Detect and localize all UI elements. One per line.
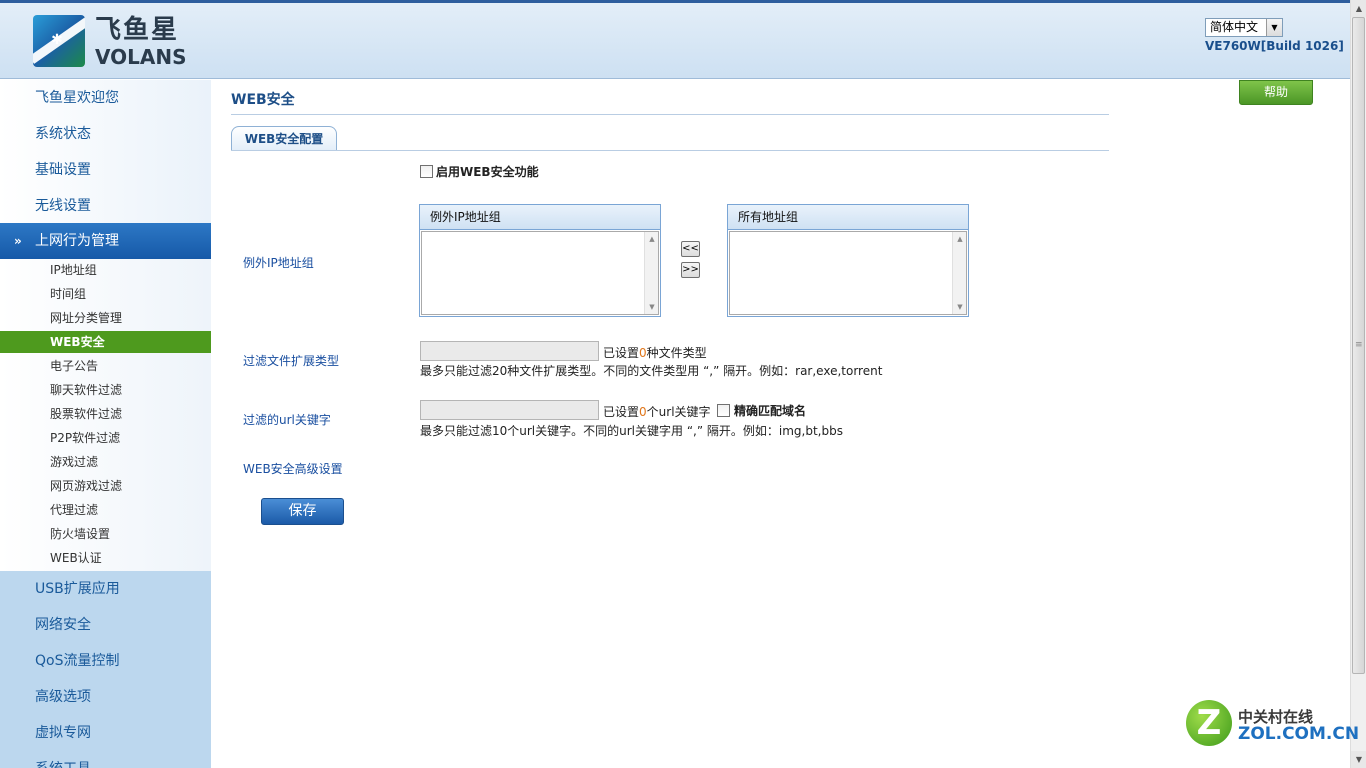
language-select[interactable]: 简体中文 ▼ <box>1205 18 1283 37</box>
url-keyword-label: 过滤的url关键字 <box>243 413 331 427</box>
advanced-settings-link[interactable]: WEB安全高级设置 <box>243 460 343 477</box>
logo-mark-icon: ✱ <box>33 15 85 67</box>
exception-ip-label: 例外IP地址组 <box>243 256 314 270</box>
sidebar-item-label: 上网行为管理 <box>35 233 119 249</box>
exception-ip-list[interactable]: ▲ ▼ <box>421 231 659 315</box>
scroll-down-icon[interactable]: ▼ <box>1351 751 1366 768</box>
submenu-item-ip-group[interactable]: IP地址组 <box>0 259 211 281</box>
enable-web-security-label: 启用WEB安全功能 <box>436 165 539 179</box>
logo-text-en: VOLANS <box>95 45 187 69</box>
scroll-up-icon: ▲ <box>649 235 655 243</box>
language-select-value: 简体中文 <box>1210 20 1259 34</box>
exact-match-checkbox[interactable] <box>717 404 730 417</box>
submenu-item-firewall[interactable]: 防火墙设置 <box>0 523 211 545</box>
chevron-down-icon: ▼ <box>1266 19 1282 36</box>
sidebar-item-system-tools[interactable]: 系统工具 <box>0 751 211 768</box>
all-address-listbox-header: 所有地址组 <box>728 205 968 230</box>
url-keyword-hint: 最多只能过滤10个url关键字。不同的url关键字用 “,” 隔开。例如：img… <box>420 424 843 438</box>
save-button[interactable]: 保存 <box>261 498 344 525</box>
file-ext-label: 过滤文件扩展类型 <box>243 354 340 368</box>
double-chevron-down-icon: » <box>14 234 22 248</box>
sidebar-item-wireless-settings[interactable]: 无线设置 <box>0 188 211 224</box>
url-keyword-count-value: 0 <box>639 405 647 419</box>
exception-ip-listbox[interactable]: 例外IP地址组 ▲ ▼ <box>419 204 661 317</box>
listbox-scrollbar[interactable]: ▲ ▼ <box>952 232 966 314</box>
sidebar-item-usb[interactable]: USB扩展应用 <box>0 571 211 607</box>
submenu-item-web-auth[interactable]: WEB认证 <box>0 547 211 569</box>
scroll-up-icon[interactable]: ▲ <box>1351 0 1366 17</box>
sidebar-item-network-security[interactable]: 网络安全 <box>0 607 211 643</box>
submenu-item-game-filter[interactable]: 游戏过滤 <box>0 451 211 473</box>
submenu-item-stock-filter[interactable]: 股票软件过滤 <box>0 403 211 425</box>
listbox-scrollbar[interactable]: ▲ ▼ <box>644 232 658 314</box>
submenu-item-bulletin[interactable]: 电子公告 <box>0 355 211 377</box>
scroll-down-icon: ▼ <box>649 303 655 311</box>
grip-icon: ≡ <box>1355 340 1363 350</box>
volans-logo[interactable]: ✱ 飞鱼星 VOLANS <box>33 15 193 71</box>
submenu-item-p2p-filter[interactable]: P2P软件过滤 <box>0 427 211 449</box>
scroll-down-icon: ▼ <box>957 303 963 311</box>
submenu-item-time-group[interactable]: 时间组 <box>0 283 211 305</box>
sidebar-item-behavior-management[interactable]: » 上网行为管理 <box>0 223 211 259</box>
main-content: WEB安全 帮助 WEB安全配置 启用WEB安全功能 例外IP地址组 例外IP地… <box>212 80 1350 768</box>
submenu-item-url-category[interactable]: 网址分类管理 <box>0 307 211 329</box>
exact-match-row: 精确匹配域名 <box>717 402 806 419</box>
scroll-up-icon: ▲ <box>957 235 963 243</box>
sidebar-item-qos[interactable]: QoS流量控制 <box>0 643 211 679</box>
file-ext-count: 已设置0种文件类型 <box>603 346 707 360</box>
submenu-item-webgame-filter[interactable]: 网页游戏过滤 <box>0 475 211 497</box>
exact-match-label: 精确匹配域名 <box>734 404 807 418</box>
enable-web-security-checkbox[interactable] <box>420 165 433 178</box>
url-keyword-input[interactable] <box>420 400 599 420</box>
move-right-button[interactable]: >> <box>681 262 700 278</box>
firmware-build: VE760W[Build 1026] <box>1205 39 1344 53</box>
sidebar-item-basic-settings[interactable]: 基础设置 <box>0 152 211 188</box>
sidebar-item-advanced[interactable]: 高级选项 <box>0 679 211 715</box>
submenu-item-proxy-filter[interactable]: 代理过滤 <box>0 499 211 521</box>
enable-web-security-row: 启用WEB安全功能 <box>420 163 539 180</box>
sidebar: 飞鱼星欢迎您 系统状态 基础设置 无线设置 » 上网行为管理 IP地址组 时间组… <box>0 80 211 768</box>
file-ext-count-value: 0 <box>639 346 647 360</box>
sidebar-item-system-status[interactable]: 系统状态 <box>0 116 211 152</box>
divider <box>231 114 1109 115</box>
move-left-button[interactable]: << <box>681 241 700 257</box>
zol-text-en: ZOL.COM.CN <box>1238 724 1360 744</box>
page-title: WEB安全 <box>231 92 295 108</box>
zol-logo-icon: Z <box>1186 700 1232 746</box>
logo-text-cn: 飞鱼星 <box>95 15 180 45</box>
exception-ip-listbox-header: 例外IP地址组 <box>420 205 660 230</box>
submenu-item-chat-filter[interactable]: 聊天软件过滤 <box>0 379 211 401</box>
help-button[interactable]: 帮助 <box>1239 80 1313 105</box>
zol-watermark: Z 中关村在线 ZOL.COM.CN <box>1186 700 1359 750</box>
file-ext-hint: 最多只能过滤20种文件扩展类型。不同的文件类型用 “,” 隔开。例如：rar,e… <box>420 364 883 378</box>
file-ext-input[interactable] <box>420 341 599 361</box>
all-address-list[interactable]: ▲ ▼ <box>729 231 967 315</box>
all-address-listbox[interactable]: 所有地址组 ▲ ▼ <box>727 204 969 317</box>
sidebar-item-welcome[interactable]: 飞鱼星欢迎您 <box>0 80 211 116</box>
tab-web-security-config[interactable]: WEB安全配置 <box>231 126 337 150</box>
divider <box>231 150 1109 151</box>
submenu-item-web-security[interactable]: WEB安全 <box>0 331 211 353</box>
sidebar-item-vpn[interactable]: 虚拟专网 <box>0 715 211 751</box>
url-keyword-count: 已设置0个url关键字 <box>603 405 711 419</box>
header: ✱ 飞鱼星 VOLANS 简体中文 ▼ VE760W[Build 1026] <box>0 3 1350 79</box>
submenu: IP地址组 时间组 网址分类管理 WEB安全 电子公告 聊天软件过滤 股票软件过… <box>0 259 211 571</box>
page-scrollbar[interactable]: ▲ ≡ ▼ <box>1350 0 1366 768</box>
